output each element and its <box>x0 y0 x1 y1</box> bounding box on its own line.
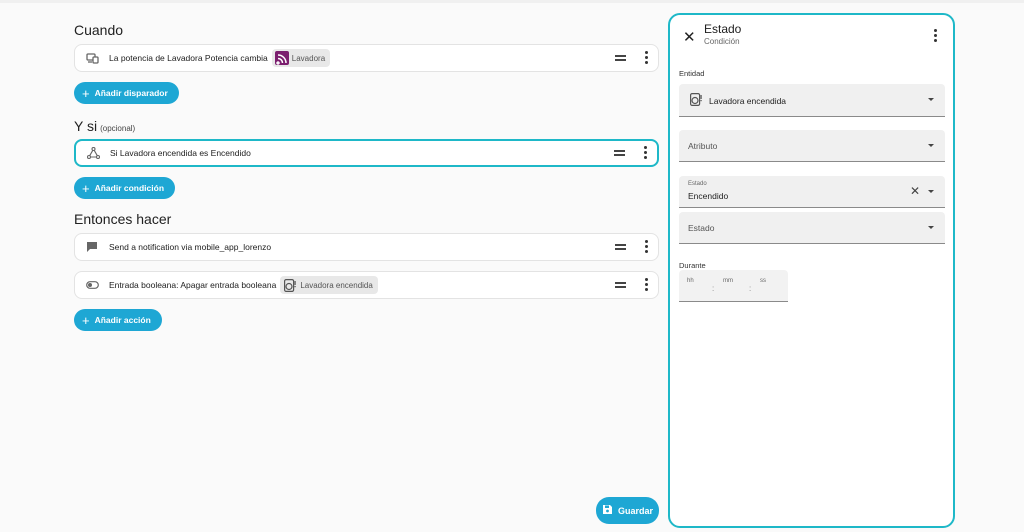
plus-icon: + <box>82 180 90 196</box>
drag-handle-icon[interactable] <box>615 55 626 61</box>
panel-subtitle: Condición <box>704 37 740 46</box>
condition-editor-panel: ✕ Estado Condición Entidad Lavadora ence… <box>668 13 955 528</box>
floppy-disk-icon <box>602 504 613 517</box>
hours-field[interactable]: hh <box>687 278 694 284</box>
triggers-heading: Cuando <box>74 22 124 38</box>
attribute-placeholder: Atributo <box>688 141 718 151</box>
trigger-row[interactable]: La potencia de Lavadora Potencia cambia … <box>74 44 659 72</box>
more-vert-icon[interactable] <box>933 29 937 42</box>
chip-label: Lavadora encendida <box>300 280 373 290</box>
more-vert-icon[interactable] <box>644 278 648 291</box>
save-button[interactable]: Guardar <box>596 497 659 524</box>
plus-icon: + <box>82 85 90 101</box>
drag-handle-icon[interactable] <box>615 282 626 288</box>
dropdown-arrow-icon <box>928 190 934 193</box>
seconds-field[interactable]: ss <box>760 278 766 284</box>
toggle-icon <box>77 281 107 289</box>
add-action-button[interactable]: + Añadir acción <box>74 309 162 331</box>
wifi-signal-icon <box>274 51 289 65</box>
power-meter-icon <box>77 52 107 64</box>
state-select-2[interactable]: Estado <box>679 212 945 244</box>
action-row[interactable]: Entrada booleana: Apagar entrada boolean… <box>74 271 659 299</box>
add-trigger-button[interactable]: + Añadir disparador <box>74 82 179 104</box>
message-icon <box>77 241 107 253</box>
actions-heading: Entonces hacer <box>74 211 172 227</box>
device-chip[interactable]: Lavadora <box>271 49 331 67</box>
top-divider <box>0 0 1024 3</box>
action-text: Send a notification via mobile_app_loren… <box>109 242 272 252</box>
condition-text: Si Lavadora encendida es Encendido <box>110 148 251 158</box>
time-separator: : <box>712 284 715 293</box>
state-placeholder: Estado <box>688 223 715 233</box>
action-text: Entrada booleana: Apagar entrada boolean… <box>109 280 277 290</box>
washing-machine-icon <box>283 278 297 292</box>
dropdown-arrow-icon <box>928 98 934 101</box>
action-row[interactable]: Send a notification via mobile_app_loren… <box>74 233 659 261</box>
chip-label: Lavadora <box>291 53 326 63</box>
more-vert-icon[interactable] <box>644 51 648 64</box>
entity-select[interactable]: Lavadora encendida <box>679 84 945 117</box>
conditions-heading: Y si (opcional) <box>74 118 136 134</box>
state-select[interactable]: Estado Encendido ✕ <box>679 176 945 208</box>
more-vert-icon[interactable] <box>644 240 648 253</box>
drag-handle-icon[interactable] <box>614 150 625 156</box>
optional-label: (opcional) <box>100 124 136 133</box>
entity-label: Entidad <box>679 69 705 78</box>
state-floating-label: Estado <box>688 181 707 187</box>
attribute-select[interactable]: Atributo <box>679 130 945 162</box>
duration-input[interactable]: hh : mm : ss <box>679 270 788 302</box>
plus-icon: + <box>82 312 90 328</box>
add-condition-button[interactable]: + Añadir condición <box>74 177 176 199</box>
condition-row[interactable]: Si Lavadora encendida es Encendido <box>74 139 659 167</box>
duration-label: Durante <box>679 261 706 270</box>
close-icon[interactable]: ✕ <box>683 28 696 46</box>
clear-icon[interactable]: ✕ <box>910 184 920 198</box>
entity-value: Lavadora encendida <box>709 96 787 106</box>
time-separator: : <box>749 284 752 293</box>
state-value: Encendido <box>688 191 729 201</box>
more-vert-icon[interactable] <box>643 146 647 159</box>
trigger-text: La potencia de Lavadora Potencia cambia <box>109 53 268 63</box>
dropdown-arrow-icon <box>928 226 934 229</box>
entity-chip[interactable]: Lavadora encendida <box>280 276 378 294</box>
washing-machine-icon <box>690 93 702 111</box>
minutes-field[interactable]: mm <box>723 278 733 284</box>
state-graph-icon <box>78 147 108 159</box>
drag-handle-icon[interactable] <box>615 244 626 250</box>
dropdown-arrow-icon <box>928 144 934 147</box>
panel-title: Estado <box>704 22 742 36</box>
